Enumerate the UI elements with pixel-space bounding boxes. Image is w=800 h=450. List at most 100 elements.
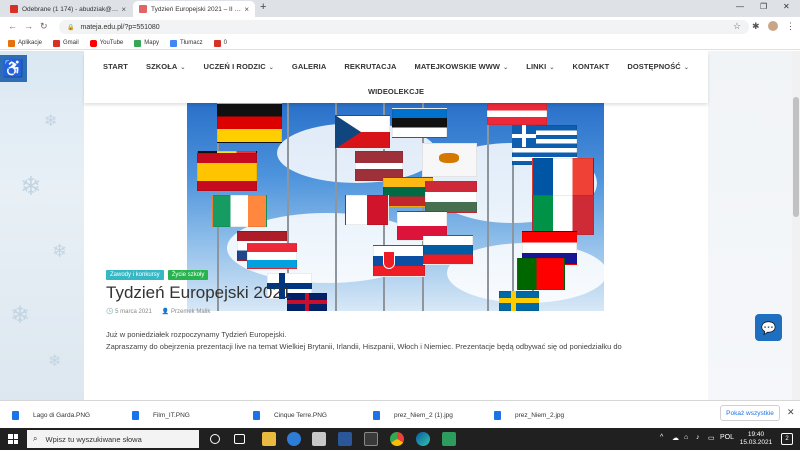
address-bar[interactable]: 🔒 mateja.edu.pl/?p=551080 ☆ [59, 20, 749, 34]
download-item[interactable]: Film_IT.PNG [132, 407, 232, 423]
word-icon[interactable] [338, 432, 352, 446]
taskbar-clock[interactable]: 19:40 15.03.2021 [736, 431, 776, 447]
windows-start-button[interactable] [8, 434, 18, 444]
post-title: Tydzień Europejski 2021 [106, 283, 292, 302]
menu-item-linki[interactable]: LINKI ⌄ [526, 62, 554, 71]
chat-icon: 💬 [761, 320, 776, 335]
extensions-icon[interactable]: ✱ [752, 21, 760, 32]
tab-title: Tydzień Europejski 2021 – II Lice... [151, 5, 241, 13]
menu-item-rekrutacja[interactable]: REKRUTACJA [344, 62, 396, 71]
app-icon[interactable] [364, 432, 378, 446]
bookmark-translate[interactable]: Tłumacz [169, 39, 203, 47]
download-filename: prez_Niem_2.jpg [515, 411, 565, 419]
bookmark-apps[interactable]: Aplikacje [8, 39, 42, 47]
bookmark-label: Gmail [63, 40, 79, 46]
bookmark-maps[interactable]: Mapy [134, 39, 159, 47]
close-window-button[interactable]: ✕ [783, 2, 790, 11]
browser-toolbar: ← → ↻ 🔒 mateja.edu.pl/?p=551080 ☆ ✱ ⋮ [0, 17, 800, 37]
tab-close-icon[interactable]: × [121, 5, 126, 14]
notifications-button[interactable]: 2 [781, 433, 793, 445]
file-explorer-icon[interactable] [262, 432, 276, 446]
task-view-icon[interactable] [234, 434, 245, 444]
chat-button[interactable]: 💬 [755, 314, 782, 341]
menu-item-wideolekcje[interactable]: WIDEOLEKCJE [368, 87, 424, 96]
network-icon[interactable]: ⌂ [684, 434, 688, 441]
cortana-icon[interactable] [210, 434, 220, 444]
page-background-right [708, 51, 792, 400]
menu-item-label: GALERIA [291, 62, 327, 71]
snowflake-icon: ❄ [10, 302, 31, 329]
lock-icon[interactable]: 🔒 [67, 24, 74, 31]
scrollbar-thumb[interactable] [793, 97, 799, 217]
new-tab-button[interactable]: + [260, 1, 266, 13]
search-icon: ⌕ [33, 434, 38, 443]
apps-grid-icon [8, 39, 15, 47]
gmail-icon [53, 39, 61, 47]
back-button[interactable]: ← [8, 21, 17, 31]
chrome-menu-icon[interactable]: ⋮ [786, 21, 795, 32]
download-item[interactable]: prez_Niem_2 (1).jpg [373, 407, 473, 423]
chrome-icon[interactable] [390, 432, 404, 446]
tab-title: Odebrane (1 174) - abudziak@m... [22, 5, 119, 13]
tray-icon[interactable]: ☁ [672, 434, 679, 442]
taskbar-search-input[interactable]: ⌕ Wpisz tu wyszukiwane słowa [27, 430, 199, 448]
download-item[interactable]: prez_Niem_2.jpg [494, 407, 594, 423]
show-all-downloads-button[interactable]: Pokaż wszystkie [720, 405, 780, 421]
menu-item-kontakt[interactable]: KONTAKT [573, 62, 610, 71]
app-icon[interactable] [442, 432, 456, 446]
edge-icon[interactable] [416, 432, 430, 446]
forward-button[interactable]: → [24, 21, 33, 31]
download-filename: Film_IT.PNG [153, 411, 190, 419]
tray-chevron-icon[interactable]: ^ [660, 434, 663, 441]
menu-item-dostępność[interactable]: DOSTĘPNOŚĆ ⌄ [627, 62, 689, 71]
post-categories: Zawody i konkursy Życie szkoły [106, 270, 209, 280]
download-item[interactable]: Lago di Garda.PNG [12, 407, 112, 423]
gmail-icon [10, 5, 18, 13]
reload-button[interactable]: ↻ [40, 21, 48, 32]
menu-item-uczeń-i-rodzic[interactable]: UCZEŃ I RODZIC ⌄ [204, 62, 274, 71]
post-author[interactable]: 👤 Przemek Malik [162, 308, 210, 315]
maximize-button[interactable]: ❐ [760, 2, 767, 11]
profile-avatar[interactable] [768, 21, 778, 31]
menu-item-label: START [103, 62, 128, 71]
minimize-button[interactable]: — [736, 2, 744, 11]
tab-tydzien-europejski[interactable]: Tydzień Europejski 2021 – II Lice... × [133, 1, 255, 17]
language-indicator[interactable]: POL [720, 434, 734, 441]
post-paragraph: Zapraszamy do obejrzenia prezentacji liv… [106, 342, 622, 351]
menu-item-matejkowskie-www[interactable]: MATEJKOWSKIE WWW ⌄ [415, 62, 509, 71]
download-filename: prez_Niem_2 (1).jpg [394, 411, 453, 419]
menu-item-label: WIDEOLEKCJE [367, 87, 425, 96]
bookmark-youtube[interactable]: YouTube [89, 39, 123, 47]
close-shelf-icon[interactable]: ✕ [787, 407, 795, 418]
menu-item-label: LINKI [526, 62, 547, 71]
snowflake-icon: ❄ [44, 113, 58, 130]
menu-item-label: DOSTĘPNOŚĆ [627, 62, 681, 71]
clock-date: 15.03.2021 [739, 439, 773, 446]
accessibility-button[interactable]: ♿ [0, 55, 27, 82]
post-paragraph: Już w poniedziałek rozpoczynamy Tydzień … [106, 330, 287, 339]
app-icon[interactable] [312, 432, 326, 446]
battery-icon[interactable]: ▭ [708, 434, 715, 442]
download-item[interactable]: Cinque Terre.PNG [253, 407, 353, 423]
image-file-icon [132, 410, 139, 420]
site-favicon-icon [139, 5, 147, 13]
bookmark-star-icon[interactable]: ☆ [733, 21, 741, 32]
category-badge[interactable]: Zawody i konkursy [106, 270, 164, 280]
menu-item-szkoła[interactable]: SZKOŁA ⌄ [146, 62, 186, 71]
menu-item-galeria[interactable]: GALERIA [292, 62, 326, 71]
tab-gmail[interactable]: Odebrane (1 174) - abudziak@m... × [4, 1, 132, 17]
bookmark-gmail[interactable]: Gmail [53, 39, 79, 47]
skype-icon[interactable] [287, 432, 301, 446]
accessibility-icon: ♿ [2, 58, 25, 78]
volume-icon[interactable]: ♪ [696, 434, 700, 441]
snowflake-background: ❄ ❄ ❄ ❄ ❄ ❄ [0, 51, 84, 400]
post-date[interactable]: 🕓 5 marca 2021 [106, 308, 152, 315]
url-text: mateja.edu.pl/?p=551080 [80, 23, 160, 31]
tab-close-icon[interactable]: × [244, 5, 249, 14]
category-badge[interactable]: Życie szkoły [167, 270, 209, 280]
snowflake-icon: ❄ [48, 353, 62, 370]
site-navigation: START SZKOŁA ⌄ UCZEŃ I RODZIC ⌄ GALERIA REKRUT… [84, 53, 708, 103]
menu-item-start[interactable]: START [103, 62, 128, 71]
bookmark-gmail-0[interactable]: 0 [213, 39, 227, 47]
menu-item-label: UCZEŃ I RODZIC [203, 62, 266, 71]
